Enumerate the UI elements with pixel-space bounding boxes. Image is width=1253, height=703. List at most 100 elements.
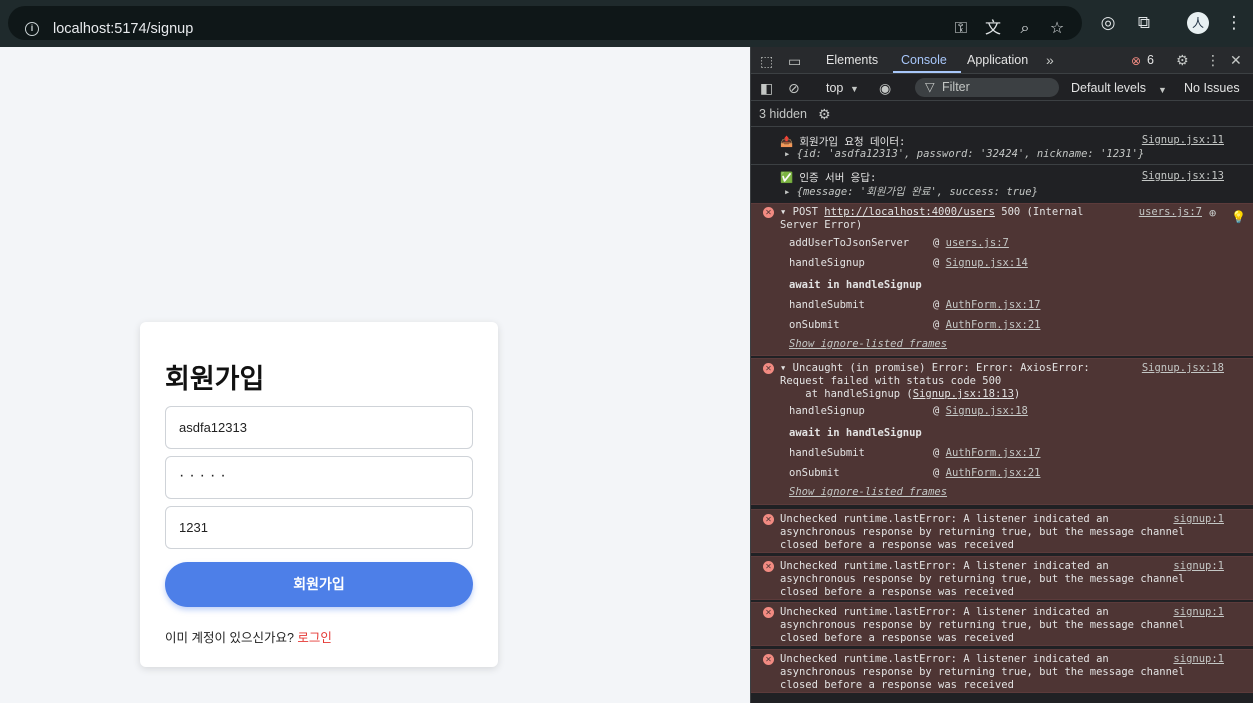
active-tab-indicator [893,71,961,73]
object-preview[interactable]: ▸ {id: 'asdfa12313', password: '32424', … [784,148,1144,160]
info-icon[interactable]: i [25,22,39,36]
levels-chevron-icon[interactable]: ▼ [1158,82,1167,98]
stack-frame: handleSubmit [789,299,865,311]
stack-frame: onSubmit [789,319,840,331]
stack-frame: handleSignup [789,257,865,269]
error-text: closed before a response was received [780,679,1014,691]
avatar[interactable]: 人 [1187,12,1209,34]
page-title: 회원가입 [165,364,265,394]
tab-console[interactable]: Console [901,53,947,67]
source-link[interactable]: Signup.jsx:13 [1142,170,1224,182]
settings-icon[interactable]: ⚙ [1176,52,1189,68]
error-text: closed before a response was received [780,539,1014,551]
stack-frame-async: await in handleSignup [789,279,922,291]
login-link[interactable]: 로그인 [297,631,332,645]
lightbulb-icon[interactable]: 💡 [1231,209,1246,225]
source-link[interactable]: signup:1 [1173,653,1224,665]
source-link[interactable]: signup:1 [1173,560,1224,572]
error-text: asynchronous response by returning true,… [780,526,1185,538]
stack-frame: handleSubmit [789,447,865,459]
key-icon[interactable]: ⚿ [951,19,971,39]
address-bar[interactable]: i localhost:5174/signup ⚿ 文 ⌕ ☆ [8,6,1082,40]
log-text: 📤 회원가입 요청 데이터: [780,136,906,148]
device-toolbar-icon[interactable]: ▭ [788,53,801,69]
error-message: ✕ ▾ POST http://localhost:4000/users 500… [751,203,1253,356]
filter-input[interactable]: ▽ Filter [915,78,1059,97]
error-icon: ✕ [763,654,774,665]
stack-link[interactable]: AuthForm.jsx:17 [946,299,1041,311]
login-prompt: 이미 계정이 있으신가요? 로그인 [165,627,332,646]
error-count[interactable]: 6 [1147,53,1154,67]
zoom-icon[interactable]: ⌕ [1015,19,1035,39]
clear-console-icon[interactable]: ⊘ [788,80,800,96]
devtools-tabbar: ⬚ ▭ Elements Console Application » ⊗ 6 ⚙… [751,47,1253,74]
network-icon[interactable]: ⊕ [1209,205,1216,221]
source-link[interactable]: users.js:7 [1139,206,1202,218]
stack-link[interactable]: Signup.jsx:14 [946,257,1028,269]
error-text: closed before a response was received [780,586,1014,598]
close-icon[interactable]: ✕ [1230,52,1242,68]
url-text[interactable]: localhost:5174/signup [53,21,193,37]
sidebar-toggle-icon[interactable]: ◧ [760,80,773,96]
log-text: ✅ 인증 서버 응답: [780,172,877,184]
nickname-field[interactable]: 1231 [165,506,473,549]
stack-link[interactable]: AuthForm.jsx:17 [946,447,1041,459]
error-text-part: at handleSignup ( [780,388,913,400]
error-icon: ✕ [763,363,774,374]
puzzle-icon[interactable]: ⧉ [1133,12,1155,34]
chevron-down-icon[interactable]: ▼ [850,81,859,97]
stack-link[interactable]: Signup.jsx:18:13 [913,388,1014,400]
console-subtoolbar: 3 hidden ⚙ [751,102,1253,127]
source-link[interactable]: Signup.jsx:18 [1142,362,1224,374]
stack-link[interactable]: AuthForm.jsx:21 [946,467,1041,479]
inspect-icon[interactable]: ⬚ [760,53,773,69]
error-text: Unchecked runtime.lastError: A listener … [780,653,1109,665]
error-text: Unchecked runtime.lastError: A listener … [780,606,1109,618]
error-text: ▾ POST http://localhost:4000/users 500 (… [780,206,1083,218]
filter-icon: ▽ [925,80,935,94]
stack-frame-async: await in handleSignup [789,427,922,439]
error-text-part: 500 (Internal [994,206,1084,218]
issues-button[interactable]: No Issues [1184,81,1240,95]
show-ignore-listed-link[interactable]: Show ignore-listed frames [789,338,947,350]
tab-elements[interactable]: Elements [826,53,878,67]
source-link[interactable]: Signup.jsx:11 [1142,134,1224,146]
kebab-icon[interactable]: ⋮ [1206,52,1220,68]
kebab-menu-icon[interactable]: ⋮ [1223,12,1245,34]
error-text: Request failed with status code 500 [780,375,1002,387]
stack-frame: handleSignup [789,405,865,417]
signup-button[interactable]: 회원가입 [165,562,473,607]
browser-toolbar: i localhost:5174/signup ⚿ 文 ⌕ ☆ ◎ ⧉ 人 ⋮ [0,0,1253,47]
error-message: ✕ Unchecked runtime.lastError: A listene… [751,602,1253,646]
error-message: ✕ Unchecked runtime.lastError: A listene… [751,556,1253,600]
id-field[interactable]: asdfa12313 [165,406,473,449]
source-link[interactable]: signup:1 [1173,606,1224,618]
context-select[interactable]: top [826,81,843,95]
password-field[interactable]: ····· [165,456,473,499]
error-icon: ✕ [763,514,774,525]
error-icon: ✕ [763,607,774,618]
translate-icon[interactable]: 文 [983,19,1003,39]
error-url[interactable]: http://localhost:4000/users [824,206,995,218]
extension-target-icon[interactable]: ◎ [1097,12,1119,34]
error-icon[interactable]: ⊗ [1131,53,1141,69]
error-text-part: ) [1013,388,1021,400]
eye-icon[interactable]: ◉ [879,80,891,96]
error-text: asynchronous response by returning true,… [780,666,1185,678]
page-viewport: 회원가입 asdfa12313 ····· 1231 회원가입 이미 계정이 있… [0,47,750,703]
object-preview[interactable]: ▸ {message: '회원가입 완료', success: true} [784,184,1038,199]
error-text: at handleSignup (Signup.jsx:18:13) [780,388,1020,400]
error-message: ✕ Unchecked runtime.lastError: A listene… [751,509,1253,553]
more-tabs-icon[interactable]: » [1046,52,1054,68]
console-toolbar: ◧ ⊘ top ▼ ◉ ▽ Filter Default levels ▼ No… [751,75,1253,101]
devtools-panel: ⬚ ▭ Elements Console Application » ⊗ 6 ⚙… [750,47,1253,703]
tab-application[interactable]: Application [967,53,1028,67]
stack-link[interactable]: Signup.jsx:18 [946,405,1028,417]
show-ignore-listed-link[interactable]: Show ignore-listed frames [789,486,947,498]
star-icon[interactable]: ☆ [1047,19,1067,39]
levels-dropdown[interactable]: Default levels [1071,81,1146,95]
stack-link[interactable]: users.js:7 [946,237,1009,249]
source-link[interactable]: signup:1 [1173,513,1224,525]
stack-link[interactable]: AuthForm.jsx:21 [946,319,1041,331]
console-settings-icon[interactable]: ⚙ [818,106,831,122]
